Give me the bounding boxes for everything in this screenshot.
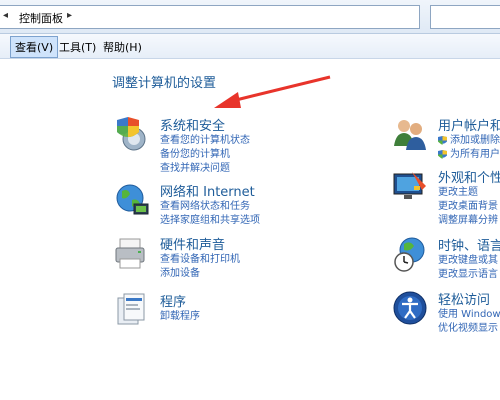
link-display-language[interactable]: 更改显示语言 — [438, 268, 498, 282]
users-icon[interactable] — [392, 116, 428, 152]
link-optimize-display[interactable]: 优化视频显示 — [438, 322, 500, 336]
category-title[interactable]: 轻松访问 — [438, 289, 490, 308]
link-devices-printers[interactable]: 查看设备和打印机 — [160, 253, 240, 267]
link-keyboard[interactable]: 更改键盘或其 — [438, 254, 498, 268]
link-desktop-background[interactable]: 更改桌面背景 — [438, 200, 498, 214]
printer-icon[interactable] — [114, 235, 150, 271]
category-title[interactable]: 时钟、语言 — [438, 235, 500, 254]
link-label: 为所有用户 — [450, 149, 500, 160]
programs-icon[interactable] — [114, 292, 150, 328]
link-add-remove-users[interactable]: 添加或删除 — [438, 134, 500, 148]
link-uninstall[interactable]: 卸载程序 — [160, 310, 200, 324]
link-troubleshoot[interactable]: 查找并解决问题 — [160, 162, 250, 176]
category-title[interactable]: 硬件和声音 — [160, 234, 225, 253]
link-all-users[interactable]: 为所有用户 — [438, 148, 500, 162]
category-title[interactable]: 用户帐户和 — [438, 115, 500, 134]
link-check-status[interactable]: 查看您的计算机状态 — [160, 134, 250, 148]
category-title[interactable]: 程序 — [160, 291, 186, 310]
system-security-icon[interactable] — [114, 116, 150, 152]
category-title[interactable]: 网络和 Internet — [160, 181, 255, 200]
uac-shield-icon — [438, 150, 447, 160]
uac-shield-icon — [438, 136, 447, 146]
link-network-status[interactable]: 查看网络状态和任务 — [160, 200, 260, 214]
link-backup[interactable]: 备份您的计算机 — [160, 148, 250, 162]
category-title[interactable]: 系统和安全 — [160, 115, 225, 134]
category-title[interactable]: 外观和个性 — [438, 167, 500, 186]
network-globe-icon[interactable] — [114, 182, 150, 218]
link-label: 添加或删除 — [450, 135, 500, 146]
link-homegroup[interactable]: 选择家庭组和共享选项 — [160, 214, 260, 228]
link-use-windows[interactable]: 使用 Windows — [438, 308, 500, 322]
ease-of-access-icon[interactable] — [392, 290, 428, 326]
clock-globe-icon[interactable] — [392, 236, 428, 272]
link-change-theme[interactable]: 更改主题 — [438, 186, 498, 200]
appearance-monitor-icon[interactable] — [392, 168, 428, 204]
link-screen-resolution[interactable]: 调整屏幕分辨 — [438, 214, 498, 228]
link-add-device[interactable]: 添加设备 — [160, 267, 240, 281]
